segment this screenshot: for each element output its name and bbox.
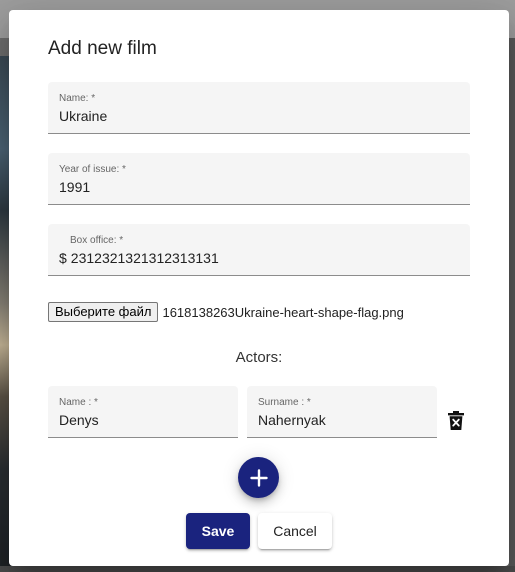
actor-surname-field[interactable]: Surname : * Nahernyak <box>247 386 437 438</box>
box-office-field[interactable]: Box office: * $2312321321312313131 <box>48 224 470 276</box>
actor-name-label: Name : * <box>59 397 98 408</box>
actor-name-field[interactable]: Name : * Denys <box>48 386 238 438</box>
background-right-edge <box>509 38 515 572</box>
currency-prefix: $ <box>59 250 67 266</box>
year-of-issue-input[interactable]: 1991 <box>59 179 459 195</box>
year-of-issue-label: Year of issue: * <box>59 164 126 175</box>
choose-file-button[interactable]: Выберите файл <box>48 302 159 322</box>
dialog-title: Add new film <box>48 38 157 59</box>
film-name-input[interactable]: Ukraine <box>59 108 459 124</box>
actor-surname-label: Surname : * <box>258 397 311 408</box>
film-name-label: Name: * <box>59 93 96 104</box>
background-bottom-edge <box>0 566 515 572</box>
save-button[interactable]: Save <box>186 513 250 549</box>
selected-file-name: 1618138263Ukraine-heart-shape-flag.png <box>162 304 404 320</box>
file-upload-row: Выберите файл 1618138263Ukraine-heart-sh… <box>48 302 404 322</box>
box-office-input-wrapper[interactable]: $2312321321312313131 <box>59 250 459 266</box>
film-name-field[interactable]: Name: * Ukraine <box>48 82 470 134</box>
delete-icon <box>448 410 464 430</box>
year-of-issue-field[interactable]: Year of issue: * 1991 <box>48 153 470 205</box>
delete-actor-button[interactable] <box>445 408 467 432</box>
box-office-input[interactable]: 2312321321312313131 <box>71 250 219 266</box>
actor-surname-input[interactable]: Nahernyak <box>258 412 426 428</box>
add-film-dialog: Add new film Name: * Ukraine Year of iss… <box>9 10 509 566</box>
actors-heading: Actors: <box>235 349 283 366</box>
actor-name-input[interactable]: Denys <box>59 412 227 428</box>
cancel-button[interactable]: Cancel <box>258 513 332 549</box>
box-office-label: Box office: * <box>70 235 124 246</box>
add-actor-button[interactable] <box>238 457 279 498</box>
plus-icon <box>249 468 268 487</box>
